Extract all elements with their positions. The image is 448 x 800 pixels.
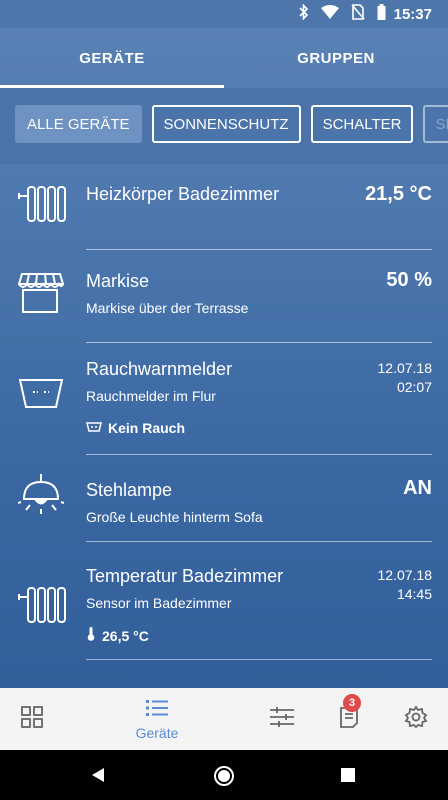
back-icon[interactable] — [90, 767, 106, 788]
device-title: Markise — [86, 271, 150, 291]
chip-schalter[interactable]: SCHALTER — [310, 105, 414, 143]
list-icon — [145, 698, 169, 723]
device-date: 12.07.18 — [377, 567, 433, 583]
device-title: Temperatur Badezimmer — [86, 566, 284, 586]
chip-se[interactable]: SE — [423, 105, 448, 143]
tab-geraete[interactable]: GERÄTE — [0, 28, 224, 88]
notification-badge: 3 — [343, 694, 361, 712]
device-value: 21,5 °C — [365, 183, 432, 205]
list-item-heizkoerper[interactable]: Heizkörper Badezimmer 21,5 °C — [0, 164, 448, 250]
list-item-markise[interactable]: Markise Markise über der Terrasse 50 % — [0, 250, 448, 343]
battery-icon — [377, 3, 386, 25]
chip-sonnenschutz[interactable]: SONNENSCHUTZ — [151, 105, 301, 143]
divider — [86, 659, 432, 660]
device-title: Heizkörper Badezimmer — [86, 184, 280, 204]
device-date: 12.07.18 — [377, 360, 433, 376]
thermometer-icon — [86, 627, 96, 644]
chip-alle-geraete[interactable]: ALLE GERÄTE — [15, 105, 142, 143]
device-time: 14:45 — [396, 586, 432, 602]
smoke-detector-icon — [86, 420, 102, 436]
device-status: Kein Rauch — [86, 420, 185, 436]
tab-gruppen[interactable]: GRUPPEN — [224, 28, 448, 88]
nav-settings[interactable] — [392, 688, 440, 750]
status-icons — [299, 3, 386, 25]
system-navigation-bar — [0, 750, 448, 800]
device-title: Rauchwarnmelder — [86, 359, 233, 379]
home-icon[interactable] — [213, 765, 235, 792]
filter-chip-row: ALLE GERÄTE SONNENSCHUTZ SCHALTER SE — [0, 88, 448, 164]
nav-notifications[interactable]: 3 — [325, 688, 373, 750]
device-timestamp: 12.07.18 02:07 — [378, 359, 433, 397]
bottom-navigation: Geräte 3 — [0, 688, 448, 750]
wifi-icon — [321, 4, 339, 24]
dashboard-icon — [20, 705, 44, 734]
status-bar: 15:37 — [0, 0, 448, 28]
device-time: 02:07 — [396, 379, 432, 395]
nav-geraete-label: Geräte — [135, 724, 179, 741]
device-subtitle: Rauchmelder im Flur — [86, 388, 216, 404]
status-time: 15:37 — [393, 6, 432, 23]
device-status: 26,5 °C — [86, 627, 149, 644]
list-item-temperatur[interactable]: Temperatur Badezimmer Sensor im Badezimm… — [0, 542, 448, 660]
device-value: 50 % — [386, 269, 432, 291]
bluetooth-icon — [299, 3, 309, 25]
lamp-icon — [17, 473, 65, 524]
device-subtitle: Große Leuchte hinterm Sofa — [86, 509, 263, 525]
list-item-stehlampe[interactable]: Stehlampe Große Leuchte hinterm Sofa AN — [0, 455, 448, 542]
settings-icon — [404, 704, 428, 734]
no-sim-icon — [351, 3, 365, 25]
nav-dashboard[interactable] — [8, 688, 56, 750]
device-status-text: Kein Rauch — [108, 420, 186, 436]
device-timestamp: 12.07.18 14:45 — [378, 566, 433, 604]
nav-settings-sliders[interactable] — [258, 688, 306, 750]
list-item-rauchwarnmelder[interactable]: Rauchwarnmelder Rauchmelder im Flur 12.0… — [0, 343, 448, 455]
device-subtitle: Sensor im Badezimmer — [86, 595, 232, 611]
nav-geraete[interactable]: Geräte — [120, 688, 194, 750]
tab-bar: GERÄTE GRUPPEN — [0, 28, 448, 88]
device-value: AN — [403, 477, 432, 499]
awning-icon — [17, 270, 65, 319]
device-status-text: 26,5 °C — [102, 627, 149, 644]
sliders-icon — [269, 706, 295, 733]
recents-icon[interactable] — [341, 768, 355, 787]
app-root: 15:37 GERÄTE GRUPPEN ALLE GERÄTE SONNENS… — [0, 0, 448, 800]
radiator-icon — [18, 585, 66, 630]
device-title: Stehlampe — [86, 480, 173, 500]
radiator-icon — [18, 184, 66, 229]
device-list[interactable]: Heizkörper Badezimmer 21,5 °C Markise Ma… — [0, 164, 448, 688]
device-subtitle: Markise über der Terrasse — [86, 300, 249, 316]
smoke-detector-icon — [18, 377, 64, 416]
